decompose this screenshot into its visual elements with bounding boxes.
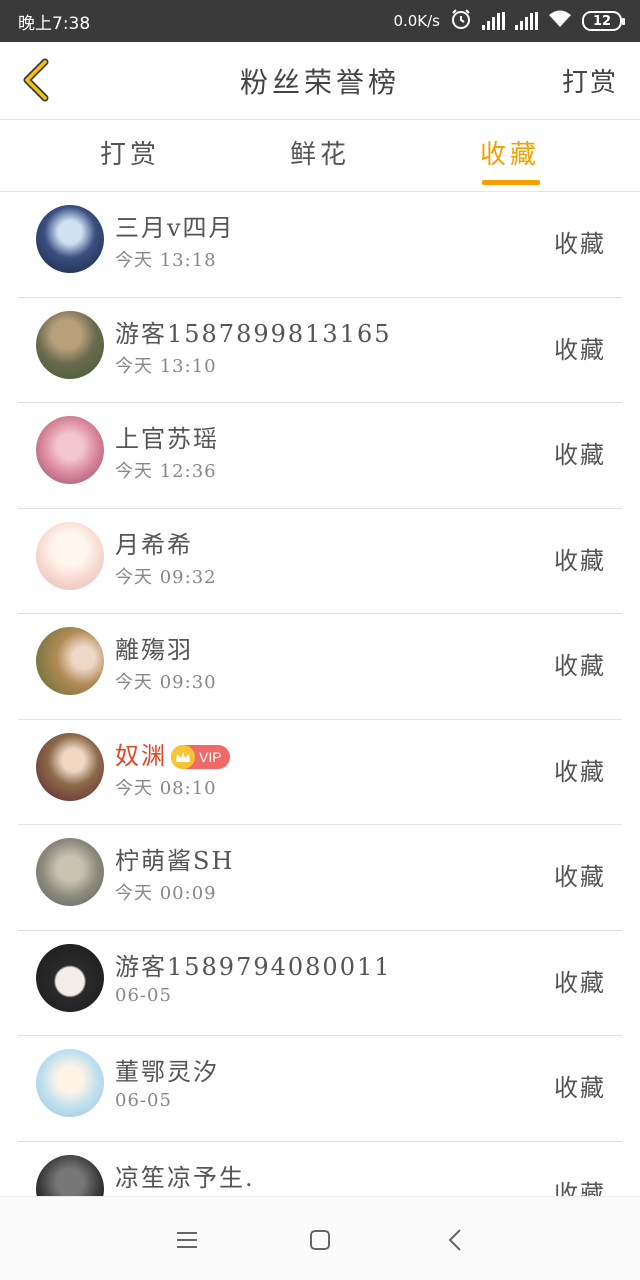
timestamp: 06-05 (115, 1090, 172, 1111)
action-label: 收藏 (554, 441, 606, 469)
tab-reward[interactable]: 打赏 (70, 120, 190, 192)
user-name: 游客1587899813165 (115, 319, 392, 348)
list-item[interactable]: 游客1587899813165 今天 13:10 收藏 (18, 298, 622, 403)
list-item[interactable]: 月希希 今天 09:32 收藏 (18, 509, 622, 614)
signal-icon (515, 12, 538, 30)
avatar (36, 416, 104, 484)
timestamp: 今天 00:09 (115, 883, 217, 904)
network-speed: 0.0K/s (393, 12, 440, 30)
alarm-icon (450, 8, 472, 35)
back-button[interactable] (14, 56, 58, 104)
reward-button[interactable]: 打赏 (562, 62, 618, 99)
action-label: 收藏 (554, 863, 606, 891)
chevron-left-icon (23, 58, 49, 102)
avatar (36, 838, 104, 906)
timestamp: 今天 08:10 (115, 777, 217, 799)
user-name-text: 奴渊 (115, 741, 167, 770)
avatar (36, 205, 104, 273)
list-item[interactable]: 三月v四月 今天 13:18 收藏 (18, 192, 622, 298)
status-icons: 0.0K/s 12 (393, 8, 625, 35)
list-item[interactable]: 上官苏瑶 今天 12:36 收藏 (18, 403, 622, 509)
tab-indicator (482, 180, 540, 185)
timestamp: 今天 13:18 (115, 250, 217, 271)
action-label: 收藏 (554, 757, 606, 786)
action-label: 收藏 (554, 1074, 606, 1102)
list-item[interactable]: 董鄂灵汐 06-05 收藏 (18, 1036, 622, 1142)
status-time: 晚上7:38 (18, 13, 91, 34)
avatar (36, 310, 104, 379)
home-icon[interactable] (303, 1223, 337, 1257)
user-name: 董鄂灵汐 (115, 1058, 219, 1086)
action-label: 收藏 (554, 230, 606, 258)
user-name: 三月v四月 (115, 214, 235, 242)
list-item[interactable]: 柠萌酱SH 今天 00:09 收藏 (18, 825, 622, 931)
list-item[interactable]: 游客1589794080011 06-05 收藏 (18, 931, 622, 1036)
tab-flowers[interactable]: 鲜花 (260, 120, 380, 192)
menu-icon[interactable] (170, 1223, 204, 1257)
user-name: 柠萌酱SH (115, 847, 235, 875)
action-label: 收藏 (554, 968, 606, 997)
list-item[interactable]: 奴渊 VIP 今天 08:10 收藏 (18, 720, 622, 825)
list-item[interactable]: 離殤羽 今天 09:30 收藏 (18, 614, 622, 720)
user-name: 上官苏瑶 (115, 425, 219, 453)
user-name: 月希希 (115, 530, 193, 559)
signal-icon (482, 12, 505, 30)
user-name: 奴渊 VIP (115, 736, 230, 771)
header: 粉丝荣誉榜 打赏 (0, 42, 640, 120)
page-title: 粉丝荣誉榜 (239, 65, 400, 99)
action-label: 收藏 (554, 546, 606, 575)
tab-bar: 打赏 鲜花 收藏 (0, 120, 640, 192)
avatar (36, 732, 104, 801)
battery-level: 12 (592, 13, 612, 29)
avatar (36, 627, 104, 695)
avatar (36, 521, 104, 590)
avatar (36, 1049, 104, 1117)
timestamp: 今天 13:10 (115, 355, 217, 377)
user-name: 游客1589794080011 (115, 952, 392, 981)
timestamp: 今天 09:32 (115, 566, 217, 588)
timestamp: 今天 09:30 (115, 672, 217, 693)
crown-icon (171, 745, 195, 769)
vip-badge: VIP (171, 745, 230, 769)
system-nav-bar (0, 1196, 640, 1280)
back-icon[interactable] (438, 1223, 472, 1257)
timestamp: 06-05 (115, 984, 172, 1006)
vip-label: VIP (199, 749, 222, 765)
user-name: 離殤羽 (115, 636, 193, 664)
user-name: 凉笙凉予生. (115, 1163, 255, 1192)
action-label: 收藏 (554, 335, 606, 364)
timestamp: 今天 12:36 (115, 461, 217, 482)
avatar (36, 943, 104, 1012)
wifi-icon (548, 10, 572, 33)
fan-list: 三月v四月 今天 13:18 收藏 游客1587899813165 今天 13:… (18, 192, 622, 1247)
status-bar: 晚上7:38 0.0K/s 12 (0, 0, 640, 42)
action-label: 收藏 (554, 652, 606, 680)
battery-icon: 12 (582, 11, 625, 31)
